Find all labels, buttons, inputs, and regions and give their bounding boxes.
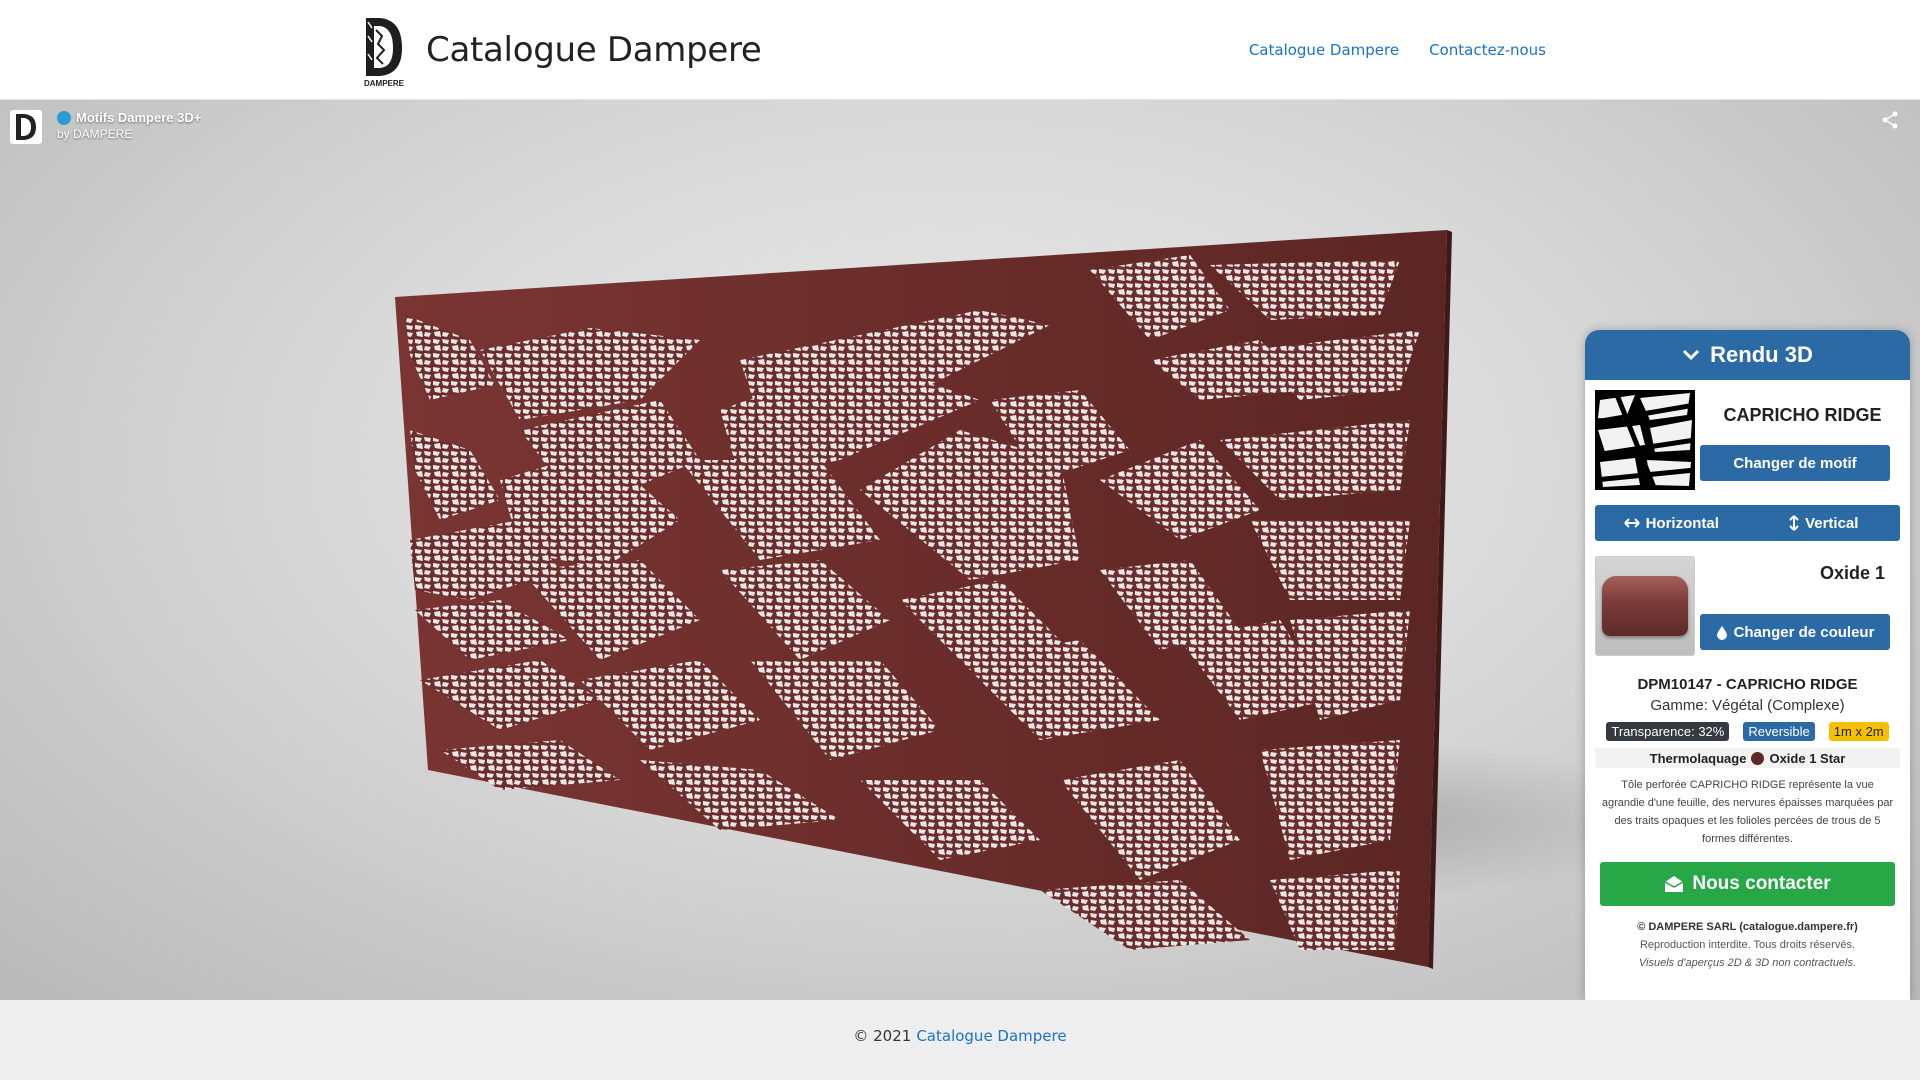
change-color-button[interactable]: Changer de couleur	[1700, 614, 1890, 650]
site-title[interactable]: Catalogue Dampere	[426, 30, 762, 70]
product-range: Gamme: Végétal (Complexe)	[1650, 697, 1845, 714]
change-motif-button[interactable]: Changer de motif	[1700, 445, 1890, 481]
color-thumbnail[interactable]	[1595, 556, 1695, 656]
reversible-badge: Reversible	[1743, 722, 1815, 741]
motif-thumbnail[interactable]	[1595, 390, 1695, 490]
share-icon[interactable]	[1880, 110, 1900, 130]
color-dot	[1751, 751, 1765, 765]
panel-toggle[interactable]: Rendu 3D	[1585, 330, 1910, 380]
vertical-button[interactable]: Vertical	[1748, 505, 1901, 541]
legal-notice: © DAMPERE SARL (catalogue.dampere.fr) Re…	[1637, 921, 1858, 969]
dampere-logo[interactable]: DAMPERE	[362, 14, 406, 88]
horizontal-button[interactable]: Horizontal	[1595, 505, 1748, 541]
product-reference: DPM10147 - CAPRICHO RIDGE	[1637, 676, 1858, 693]
site-header: DAMPERE Catalogue Dampere Catalogue Damp…	[0, 0, 1920, 100]
nav-link-catalogue[interactable]: Catalogue Dampere	[1249, 41, 1399, 59]
brand[interactable]: DAMPERE Catalogue Dampere	[362, 14, 762, 88]
model-title[interactable]: Motifs Dampere 3D+	[57, 110, 201, 126]
vertical-arrows-icon	[1789, 515, 1799, 531]
envelope-open-icon	[1664, 876, 1684, 892]
thermolaquage-info: Thermolaquage Oxide 1 Star	[1595, 748, 1900, 768]
logo-caption: DAMPERE	[363, 79, 404, 88]
render-3d-panel: Rendu 3D CAPRICHO RIDGE Changer de motif…	[1585, 330, 1910, 1000]
size-badge: 1m x 2m	[1828, 722, 1889, 741]
contact-button[interactable]: Nous contacter	[1600, 862, 1895, 906]
globe-icon	[57, 111, 71, 125]
footer-link-catalogue[interactable]: Catalogue Dampere	[916, 1027, 1066, 1045]
model-author[interactable]: by DAMPERE	[57, 126, 201, 142]
color-swatch	[1602, 576, 1688, 636]
product-info: DPM10147 - CAPRICHO RIDGE Gamme: Végétal…	[1585, 661, 1910, 741]
viewer-model-info: Motifs Dampere 3D+ by DAMPERE	[10, 110, 201, 144]
motif-name: CAPRICHO RIDGE	[1723, 405, 1882, 425]
nav-link-contact[interactable]: Contactez-nous	[1429, 41, 1546, 59]
3d-viewer[interactable]: Motifs Dampere 3D+ by DAMPERE Rendu 3D C…	[0, 100, 1920, 1000]
color-name: Oxide 1	[1819, 563, 1885, 583]
orientation-toggle: Horizontal Vertical	[1595, 505, 1900, 541]
horizontal-arrows-icon	[1623, 518, 1640, 528]
site-footer: © 2021 Catalogue Dampere	[0, 1000, 1920, 1080]
droplet-icon	[1716, 625, 1727, 640]
chevron-down-icon	[1683, 349, 1700, 361]
copyright: © 2021	[853, 1027, 912, 1045]
main-nav: Catalogue Dampere Contactez-nous	[1249, 41, 1546, 59]
product-description: Tôle perforée CAPRICHO RIDGE représente …	[1601, 779, 1894, 845]
product-badges: Transparence: 32% Reversible 1m x 2m	[1585, 722, 1910, 741]
panel-title: Rendu 3D	[1710, 342, 1813, 367]
transparency-badge: Transparence: 32%	[1606, 722, 1730, 741]
viewer-logo[interactable]	[10, 110, 42, 144]
